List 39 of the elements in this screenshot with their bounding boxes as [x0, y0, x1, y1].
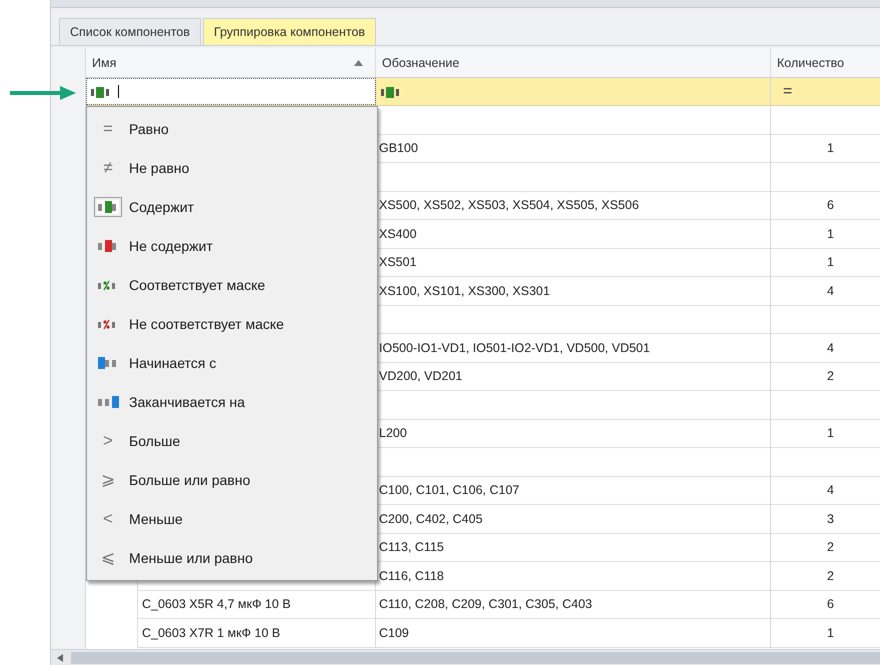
tab[interactable]: Список компонентов [59, 18, 201, 45]
menu-item[interactable]: ⩽ Меньше или равно [87, 538, 377, 577]
operator-symbol: ⩽ [100, 547, 116, 568]
menu-item[interactable]: > Больше [87, 421, 377, 460]
menu-item[interactable]: Начинается с [87, 343, 377, 382]
menu-item[interactable]: Не соответствует маске [87, 304, 377, 343]
table-cell: 4 [771, 476, 880, 505]
menu-item[interactable]: = Равно [87, 109, 377, 148]
filter-field[interactable]: = [771, 78, 880, 105]
menu-item[interactable]: < Меньше [87, 499, 377, 538]
menu-item[interactable]: Соответствует маске [87, 265, 377, 304]
table-cell: 1 [771, 248, 880, 277]
table-cell: C_0603 X7R 1 мкФ 10 В [138, 619, 376, 648]
table-cell: 3 [771, 505, 880, 534]
operator-symbol: > [102, 430, 114, 450]
table-cell: C109 [376, 619, 771, 648]
operator-symbol: = [102, 118, 114, 138]
table-cell: 1 [771, 420, 880, 448]
table-cell: 1 [771, 619, 880, 648]
table-cell: 4 [771, 334, 880, 362]
table-cell: 2 [771, 534, 880, 562]
table-cell: 1 [771, 134, 880, 163]
table-cell: 1 [771, 220, 880, 248]
menu-item[interactable]: Не содержит [87, 226, 377, 265]
menu-item[interactable]: Заканчивается на [87, 382, 377, 421]
menu-item[interactable]: Содержит [87, 187, 377, 226]
table-cell: C110, C208, C209, C301, C305, C403 [376, 590, 771, 619]
operator-symbol: ≠ [102, 158, 114, 178]
tab[interactable]: Группировка компонентов [202, 18, 376, 45]
operator-symbol: < [102, 508, 114, 528]
table-cell: C_0603 X5R 4,7 мкФ 10 В [138, 590, 376, 619]
table-cell: 4 [771, 277, 880, 306]
menu-item[interactable]: ≠ Не равно [87, 148, 377, 187]
menu-item[interactable]: ⩾ Больше или равно [87, 460, 377, 499]
table-cell: 2 [771, 562, 880, 590]
operator-symbol: ⩾ [100, 469, 116, 490]
table-cell: 6 [771, 192, 880, 220]
table-cell: 2 [771, 362, 880, 391]
table-cell: 6 [771, 590, 880, 619]
